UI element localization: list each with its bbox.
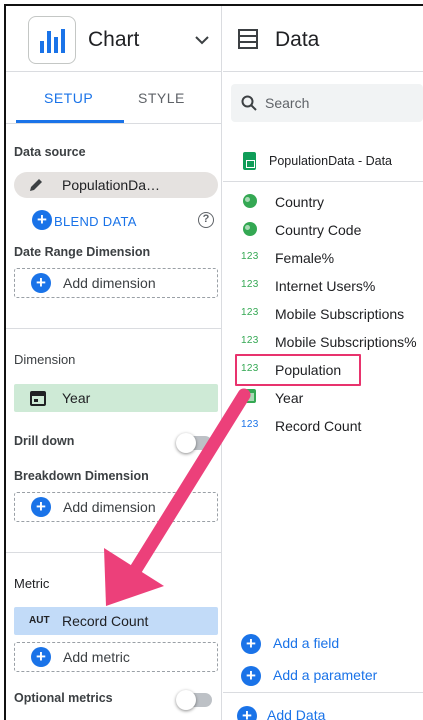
properties-panel: Chart SETUP STYLE Data source Population…: [6, 6, 222, 720]
toggle-knob: [176, 433, 196, 453]
field-label: Country Code: [275, 222, 362, 238]
add-metric-label: Add metric: [63, 649, 130, 665]
sheets-icon: [243, 152, 256, 170]
tab-setup[interactable]: SETUP: [44, 90, 93, 106]
field-year[interactable]: Year: [223, 384, 423, 412]
field-mobile-subscriptions[interactable]: 123 Mobile Subscriptions: [223, 300, 423, 328]
add-breakdown-dimension[interactable]: + Add dimension: [14, 492, 218, 522]
help-icon[interactable]: ?: [198, 212, 214, 228]
field-mobile-subscriptions-pct[interactable]: 123 Mobile Subscriptions%: [223, 328, 423, 356]
add-parameter-label: Add a parameter: [273, 667, 378, 683]
field-label: Record Count: [275, 418, 362, 434]
plus-icon: +: [31, 273, 51, 293]
dimension-field-name: Year: [62, 390, 91, 406]
field-country[interactable]: Country: [223, 188, 423, 216]
setup-style-tabs: SETUP STYLE: [6, 72, 221, 124]
add-data-button[interactable]: + Add Data: [223, 702, 423, 720]
add-field-label: Add a field: [273, 635, 340, 651]
plus-icon: +: [241, 634, 261, 654]
number-icon: 123: [241, 307, 259, 318]
field-country-code[interactable]: Country Code: [223, 216, 423, 244]
calendar-icon: [243, 389, 256, 403]
add-data-label: Add Data: [267, 707, 326, 720]
divider: [223, 692, 423, 693]
toggle-knob: [176, 690, 196, 710]
active-tab-indicator: [16, 120, 124, 123]
data-source-chip[interactable]: PopulationDa…: [14, 172, 218, 198]
plus-icon: +: [237, 706, 257, 720]
number-icon: 123: [241, 335, 259, 346]
add-dimension-label: Add dimension: [63, 275, 156, 291]
field-label: Female%: [275, 250, 335, 266]
data-panel: Data Search PopulationData - Data Countr…: [223, 6, 423, 720]
data-panel-title: Data: [275, 28, 320, 51]
plus-icon: +: [31, 497, 51, 517]
chart-type-icon[interactable]: [28, 16, 76, 64]
metric-field-name: Record Count: [62, 613, 149, 629]
breakdown-label: Breakdown Dimension: [14, 469, 149, 483]
blend-plus-icon[interactable]: +: [32, 210, 52, 230]
chart-header: Chart: [6, 6, 221, 72]
plus-icon: +: [241, 666, 261, 686]
calendar-icon: [30, 391, 46, 406]
optional-metrics-label: Optional metrics: [14, 691, 113, 705]
search-placeholder: Search: [265, 95, 310, 111]
data-source-label: Data source: [14, 145, 86, 159]
metric-label: Metric: [14, 576, 50, 591]
optional-metrics-toggle[interactable]: [176, 690, 212, 710]
field-label: Mobile Subscriptions: [275, 306, 405, 322]
data-header: Data: [223, 6, 423, 72]
blend-data-button[interactable]: BLEND DATA: [54, 214, 137, 229]
field-label: Year: [275, 390, 304, 406]
search-input[interactable]: Search: [231, 84, 423, 122]
population-highlight-box: [235, 354, 361, 386]
aggregation-tag[interactable]: AUT: [29, 615, 50, 626]
globe-icon: [243, 194, 257, 208]
add-field-button[interactable]: + Add a field: [223, 630, 423, 658]
field-record-count[interactable]: 123 Record Count: [223, 412, 423, 440]
metric-chip-record-count[interactable]: AUT Record Count: [14, 607, 218, 635]
globe-icon: [243, 222, 257, 236]
drill-down-label: Drill down: [14, 434, 75, 448]
add-dimension-label: Add dimension: [63, 499, 156, 515]
data-source-name: PopulationDa…: [62, 177, 161, 193]
field-female-pct[interactable]: 123 Female%: [223, 244, 423, 272]
plus-icon: +: [31, 647, 51, 667]
search-icon: [241, 95, 257, 111]
number-icon: 123: [241, 279, 259, 290]
dimension-label: Dimension: [14, 352, 76, 367]
field-label: Mobile Subscriptions%: [275, 334, 417, 350]
chevron-down-icon[interactable]: [194, 32, 210, 48]
add-metric[interactable]: + Add metric: [14, 642, 218, 672]
field-internet-users-pct[interactable]: 123 Internet Users%: [223, 272, 423, 300]
add-date-range-dimension[interactable]: + Add dimension: [14, 268, 218, 298]
data-source-name: PopulationData - Data: [269, 154, 392, 168]
number-icon: 123: [241, 251, 259, 262]
editor-panel: Chart SETUP STYLE Data source Population…: [4, 4, 423, 720]
drill-down-toggle[interactable]: [176, 433, 212, 453]
date-range-label: Date Range Dimension: [14, 245, 151, 259]
dimension-chip-year[interactable]: Year: [14, 384, 218, 412]
field-label: Internet Users%: [275, 278, 376, 294]
add-parameter-button[interactable]: + Add a parameter: [223, 662, 423, 690]
field-label: Country: [275, 194, 325, 210]
pencil-icon[interactable]: [28, 177, 44, 193]
table-icon: [238, 29, 258, 49]
chart-title: Chart: [88, 28, 140, 51]
number-icon: 123: [241, 419, 259, 430]
divider: [6, 552, 222, 553]
tab-style[interactable]: STYLE: [138, 90, 185, 106]
data-source-row[interactable]: PopulationData - Data: [223, 142, 423, 182]
divider: [6, 328, 222, 329]
